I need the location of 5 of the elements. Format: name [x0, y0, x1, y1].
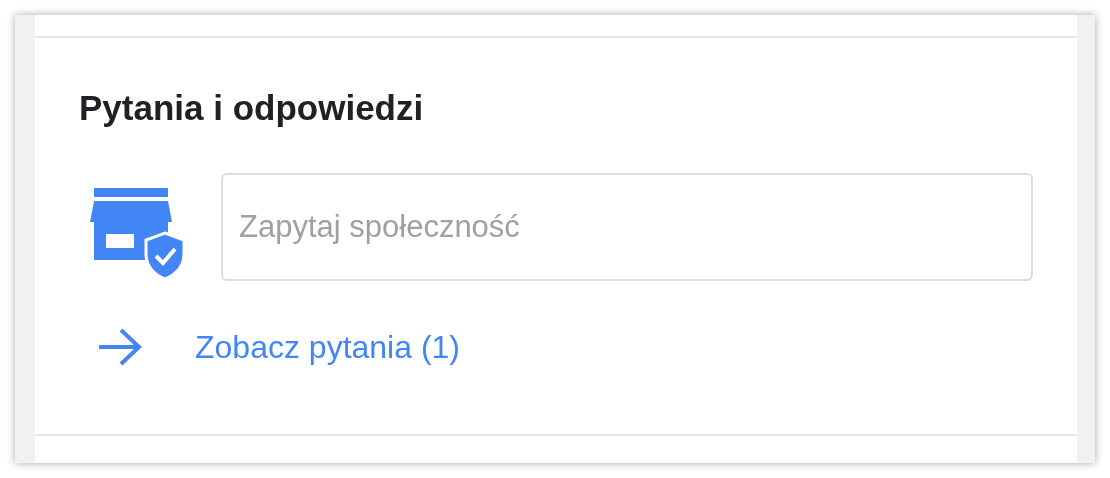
section-title: Pytania i odpowiedzi: [79, 87, 425, 129]
see-questions-link[interactable]: Zobacz pytania (1): [195, 328, 460, 366]
ask-community-field[interactable]: Zapytaj społeczność: [221, 173, 1033, 281]
arrow-right-icon: [97, 327, 143, 367]
verified-store-icon: [90, 188, 186, 280]
